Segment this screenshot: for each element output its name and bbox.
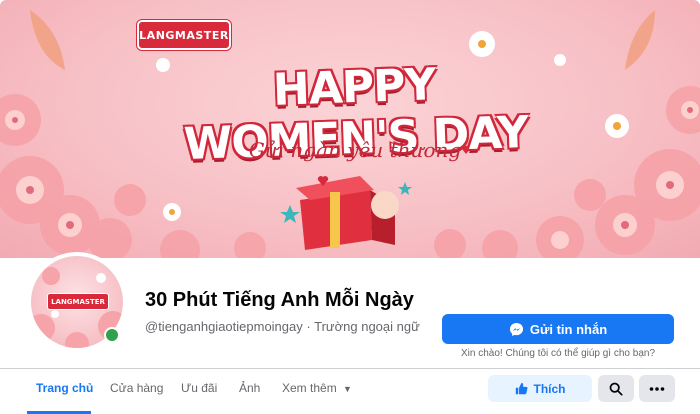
cover-photo[interactable]: LANGMASTER HAPPY WOMEN'S DAY Gửi ngàn yê… [0, 0, 700, 258]
tab-more[interactable]: Xem thêm ▼ [282, 381, 352, 395]
page-category[interactable]: Trường ngoại ngữ [314, 319, 420, 334]
search-icon [609, 382, 623, 396]
caret-down-icon: ▼ [343, 384, 352, 394]
page-title: 30 Phút Tiếng Anh Mỗi Ngày [145, 289, 414, 311]
profile-brand-badge: LANGMASTER [47, 293, 109, 310]
like-button[interactable]: Thích [488, 375, 592, 402]
page-tab-bar: Trang chủ Cửa hàng Ưu đãi Ảnh Xem thêm ▼ [0, 368, 700, 414]
like-label: Thích [533, 381, 566, 396]
profile-badge-text: LANGMASTER [51, 297, 105, 306]
tab-more-label: Xem thêm [282, 381, 337, 395]
tab-offers[interactable]: Ưu đãi [181, 381, 217, 395]
online-status-dot [104, 327, 120, 343]
page-handle: @tienganhgiaotiepmoingay [145, 319, 303, 334]
send-message-label: Gửi tin nhắn [529, 321, 608, 337]
send-message-button[interactable]: Gửi tin nhắn [442, 314, 674, 344]
thumbs-up-icon [515, 382, 527, 395]
cover-tagline: Gửi ngàn yêu thương [248, 138, 462, 162]
brand-logo-text: LANGMASTER [139, 28, 229, 42]
tab-photos[interactable]: Ảnh [239, 381, 260, 395]
search-button[interactable] [598, 375, 634, 402]
more-icon [649, 386, 665, 391]
more-options-button[interactable] [639, 375, 675, 402]
brand-logo: LANGMASTER [137, 20, 231, 50]
message-helper-text: Xin chào! Chúng tôi có thể giúp gì cho b… [460, 348, 656, 359]
page-subtitle: @tienganhgiaotiepmoingay · Trường ngoại … [145, 319, 420, 334]
tab-home[interactable]: Trang chủ [36, 381, 93, 395]
messenger-icon [509, 322, 523, 336]
subtitle-separator: · [306, 319, 311, 334]
tab-shop[interactable]: Cửa hàng [110, 381, 163, 395]
